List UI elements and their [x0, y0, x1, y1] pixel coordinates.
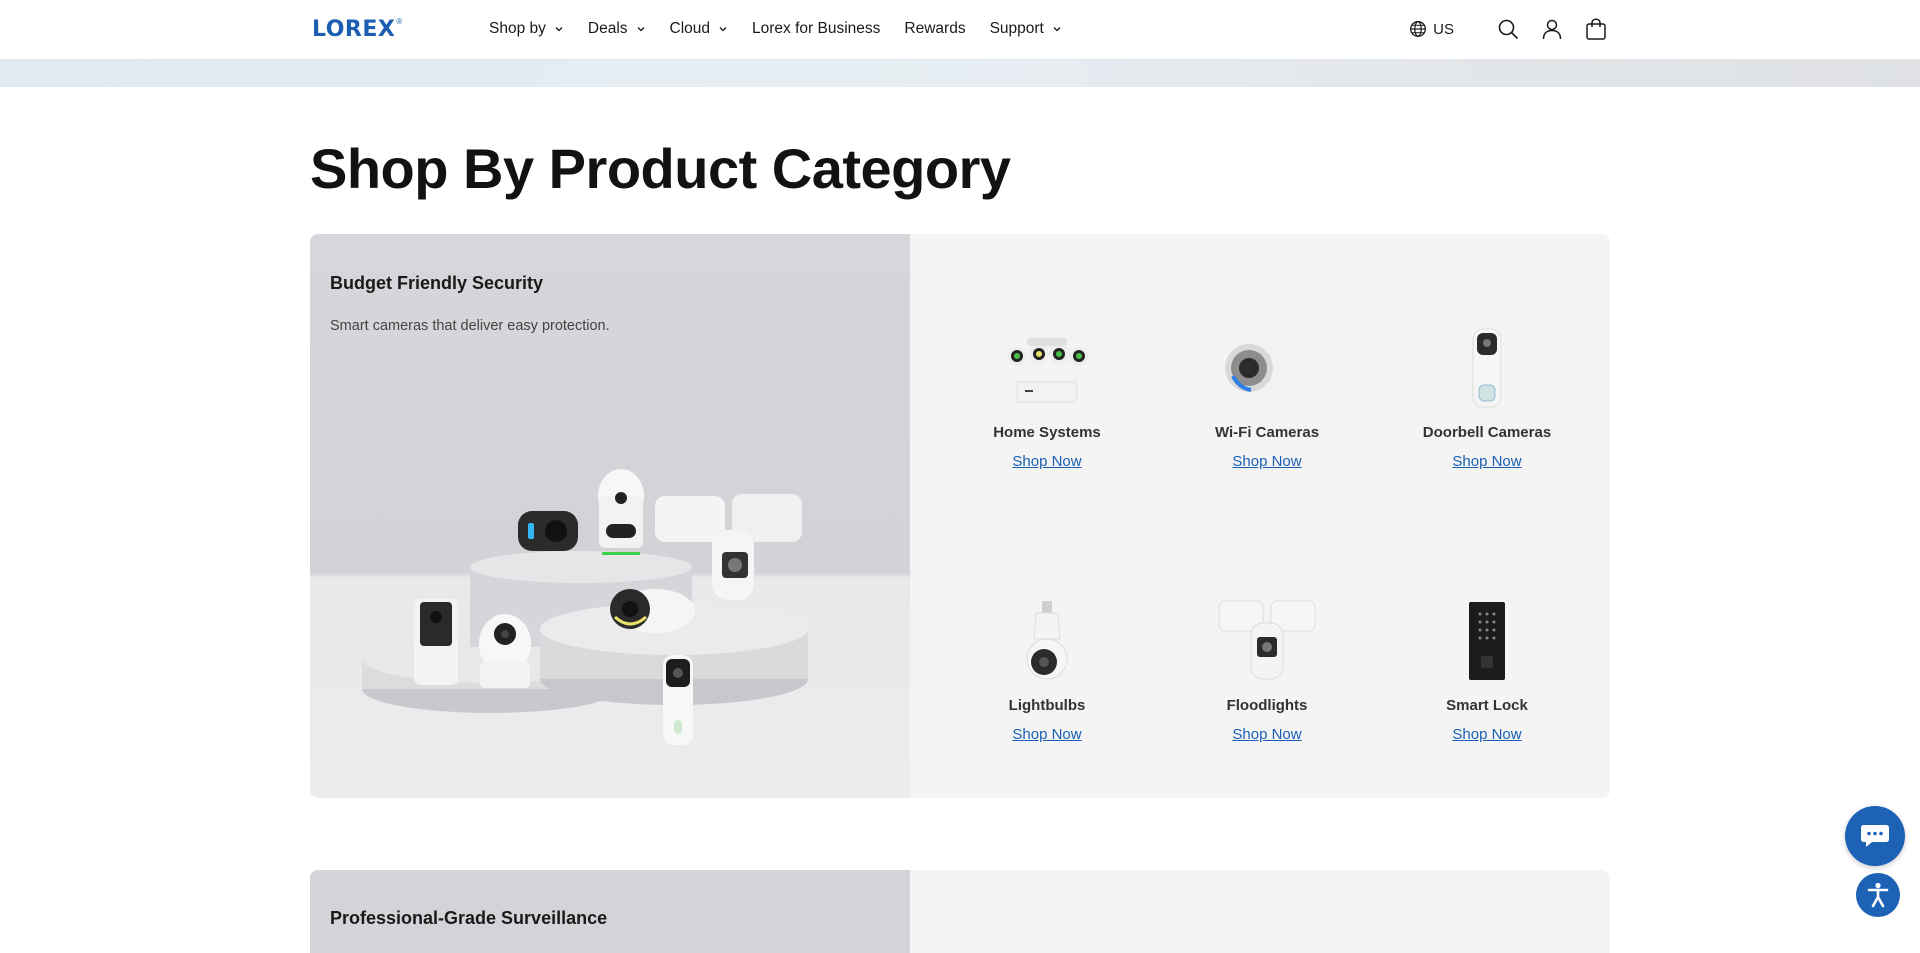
- product-name: Lightbulbs: [1008, 697, 1086, 714]
- accessibility-button[interactable]: [1856, 873, 1900, 917]
- nav-label: Shop by: [489, 20, 546, 37]
- chevron-down-icon: [719, 27, 727, 32]
- locale-selector[interactable]: US: [1409, 20, 1454, 38]
- registered-mark: ®: [396, 17, 403, 26]
- nav-lorex-for-business[interactable]: Lorex for Business: [752, 20, 880, 38]
- search-icon[interactable]: [1496, 17, 1520, 41]
- nav-shop-by[interactable]: Shop by: [489, 20, 564, 38]
- section-title: Shop By Product Category: [310, 137, 1011, 200]
- shop-now-link[interactable]: Shop Now: [1012, 453, 1081, 470]
- home-systems-image: [992, 326, 1102, 410]
- shop-now-link[interactable]: Shop Now: [1012, 726, 1081, 743]
- chevron-down-icon: [1053, 27, 1061, 32]
- product-name: Smart Lock: [1446, 697, 1528, 714]
- locale-label: US: [1433, 20, 1454, 38]
- nav-label: Lorex for Business: [752, 20, 881, 37]
- doorbell-cameras-image: [1432, 326, 1542, 410]
- wifi-cameras-image: [1212, 326, 1322, 410]
- product-smart-lock[interactable]: Smart Lock Shop Now: [1397, 599, 1577, 744]
- nav-label: Rewards: [904, 20, 966, 37]
- card-hero: Budget Friendly Security Smart cameras t…: [310, 234, 910, 798]
- nav-label: Deals: [587, 20, 628, 37]
- nav-deals[interactable]: Deals: [588, 20, 646, 38]
- lorex-logo[interactable]: LOREX ®: [312, 17, 402, 43]
- category-card-2: Professional-Grade Surveillance: [310, 870, 1610, 953]
- product-name: Home Systems: [993, 424, 1101, 441]
- nav-cloud[interactable]: Cloud: [670, 20, 729, 38]
- nav-rewards[interactable]: Rewards: [904, 20, 965, 38]
- product-grid: Home Systems Shop Now Wi-Fi Cameras Shop…: [910, 234, 1610, 798]
- cart-icon[interactable]: [1584, 17, 1608, 41]
- chevron-down-icon: [555, 27, 563, 32]
- shop-now-link[interactable]: Shop Now: [1232, 726, 1301, 743]
- lightbulbs-image: [992, 599, 1102, 683]
- product-name: Wi-Fi Cameras: [1214, 424, 1320, 441]
- nav-support[interactable]: Support: [990, 20, 1062, 38]
- promo-banner-strip: [0, 60, 1920, 87]
- smart-lock-image: [1432, 599, 1542, 683]
- chat-bubble-icon: [1861, 825, 1889, 847]
- product-lineup-image: [362, 469, 808, 745]
- product-name: Doorbell Cameras: [1422, 424, 1552, 441]
- nav-label: Support: [989, 20, 1044, 37]
- product-name: Floodlights: [1226, 697, 1308, 714]
- main-nav: Shop by Deals Cloud Lorex for Business R…: [489, 0, 1086, 58]
- product-wifi-cameras[interactable]: Wi-Fi Cameras Shop Now: [1177, 326, 1357, 471]
- floodlights-image: [1212, 599, 1322, 683]
- card2-heading: Professional-Grade Surveillance: [330, 908, 608, 928]
- shop-now-link[interactable]: Shop Now: [1232, 453, 1301, 470]
- header-actions: US: [1409, 0, 1608, 58]
- product-floodlights[interactable]: Floodlights Shop Now: [1177, 599, 1357, 744]
- product-doorbell-cameras[interactable]: Doorbell Cameras Shop Now: [1397, 326, 1577, 471]
- logo-text: LOREX: [312, 17, 396, 42]
- account-icon[interactable]: [1540, 17, 1564, 41]
- chevron-down-icon: [637, 27, 644, 32]
- card2-hero: Professional-Grade Surveillance: [310, 870, 910, 953]
- chat-button[interactable]: [1845, 806, 1905, 866]
- category-card: Budget Friendly Security Smart cameras t…: [310, 234, 1610, 798]
- site-header: LOREX ® Shop by Deals Cloud Lorex for Bu…: [0, 0, 1920, 60]
- product-home-systems[interactable]: Home Systems Shop Now: [957, 326, 1137, 471]
- shop-now-link[interactable]: Shop Now: [1452, 453, 1521, 470]
- product-lightbulbs[interactable]: Lightbulbs Shop Now: [957, 599, 1137, 744]
- globe-icon: [1410, 21, 1427, 37]
- nav-label: Cloud: [669, 20, 711, 37]
- accessibility-icon: [1867, 882, 1889, 908]
- shop-now-link[interactable]: Shop Now: [1452, 726, 1521, 743]
